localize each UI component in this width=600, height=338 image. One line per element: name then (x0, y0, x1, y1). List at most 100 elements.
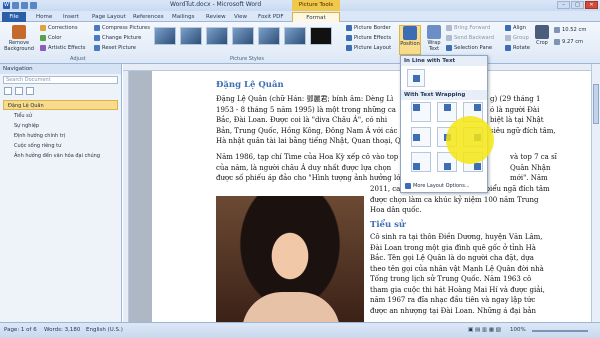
tab-view[interactable]: View (234, 12, 247, 22)
pages-view-icon[interactable] (15, 87, 23, 95)
group-button[interactable]: Group (505, 35, 529, 41)
align-button[interactable]: Align (505, 25, 526, 31)
paragraph-2-right-line: Quân Nhận (510, 163, 551, 172)
zoom-level[interactable]: 100% (510, 327, 526, 333)
tab-file[interactable]: File (2, 12, 26, 22)
nav-item-dinh-huong[interactable]: Định hướng chính trị (3, 130, 118, 140)
picture-style-5[interactable] (258, 27, 280, 45)
navigation-title: Navigation (0, 64, 121, 74)
vertical-scrollbar[interactable] (591, 64, 600, 322)
send-backward-icon (446, 35, 452, 41)
save-icon[interactable] (12, 2, 19, 9)
tab-references[interactable]: References (133, 12, 164, 22)
width-field[interactable]: 9.27 cm (554, 39, 583, 45)
picture-style-4[interactable] (232, 27, 254, 45)
inline-position-option[interactable] (407, 69, 425, 87)
paragraph-2-line: của năm, là người châu Á duy nhất được l… (216, 163, 392, 172)
scrollbar-thumb[interactable] (593, 84, 599, 124)
paragraph-1-right-line: siêu ngữ đích tâm, (490, 126, 556, 135)
paragraph-1-right-line: biệt là tại Nhật (490, 116, 544, 124)
view-buttons[interactable]: ▣ ▤ ▥ ▦ ▧ (468, 327, 501, 333)
paragraph-2-right: và top 7 ca sĩ Quân Nhận mới". Năm (510, 152, 557, 184)
rotate-icon (505, 45, 511, 51)
tab-home[interactable]: Home (36, 12, 52, 22)
redo-icon[interactable] (30, 2, 37, 9)
ribbon-tabs: File Home Insert Page Layout References … (0, 11, 600, 22)
picture-layout-button[interactable]: Picture Layout (346, 45, 391, 51)
headings-view-icon[interactable] (4, 87, 12, 95)
height-field[interactable]: 10.52 cm (554, 27, 586, 33)
tab-format[interactable]: Format (292, 12, 340, 22)
tab-mailings[interactable]: Mailings (172, 12, 195, 22)
remove-background-icon (12, 25, 26, 39)
group-label-picture-styles: Picture Styles (230, 56, 264, 62)
paragraph-4-line: Tống trong lịch sử Trung Quốc. Năm 1963 … (370, 275, 532, 283)
tab-insert[interactable]: Insert (63, 12, 79, 22)
reset-picture-button[interactable]: Reset Picture (94, 45, 136, 51)
paragraph-4: Cô sinh ra tại thôn Điền Dương, huyện Vă… (370, 232, 545, 316)
portrait-photo[interactable] (216, 196, 364, 322)
maximize-button[interactable]: □ (571, 1, 584, 9)
picture-style-7[interactable] (310, 27, 332, 45)
position-middle-left[interactable] (411, 127, 431, 147)
minimize-button[interactable]: – (557, 1, 570, 9)
inline-position-icon (413, 75, 420, 82)
horizontal-ruler[interactable] (123, 64, 600, 71)
picture-style-1[interactable] (154, 27, 176, 45)
picture-style-6[interactable] (284, 27, 306, 45)
close-button[interactable]: ✕ (585, 1, 598, 9)
window-title: WordTut.docx - Microsoft Word (170, 1, 262, 8)
paragraph-1-line: Bắc, Đài Loan. Được coi là "diva Châu Á"… (216, 116, 388, 124)
wrap-text-button[interactable]: Wrap Text (424, 25, 444, 52)
send-backward-button[interactable]: Send Backward (446, 35, 494, 41)
more-layout-options[interactable]: More Layout Options... (405, 183, 470, 189)
picture-effects-button[interactable]: Picture Effects (346, 35, 391, 41)
compress-pictures-button[interactable]: Compress Pictures (94, 25, 150, 31)
word-icon: W (3, 2, 10, 9)
picture-style-2[interactable] (180, 27, 202, 45)
nav-item-tieu-su[interactable]: Tiểu sử (3, 110, 118, 120)
status-bar: Page: 1 of 6 Words: 3,180 English (U.S.)… (0, 322, 600, 338)
nav-item-cuoc-song[interactable]: Cuộc sống riêng tư (3, 140, 118, 150)
word-count[interactable]: Words: 3,180 (44, 327, 80, 333)
paragraph-4-line: Bắc. Tên gọi Lệ Quân là do người cha đặt… (370, 254, 534, 262)
document-heading: Đặng Lệ Quân (216, 80, 284, 90)
navigation-pane: Navigation Search Document Đặng Lệ Quân … (0, 64, 122, 322)
position-top-left[interactable] (411, 102, 431, 122)
tab-page-layout[interactable]: Page Layout (92, 12, 126, 22)
paragraph-4-line: theo tên gọi của nhân vật Mạnh Lệ Quân đ… (370, 264, 544, 273)
undo-icon[interactable] (21, 2, 28, 9)
picture-border-button[interactable]: Picture Border (346, 25, 391, 31)
crop-button[interactable]: Crop (534, 25, 550, 46)
page-count[interactable]: Page: 1 of 6 (4, 327, 37, 333)
search-document-input[interactable]: Search Document (3, 76, 118, 84)
position-button[interactable]: Position (399, 25, 421, 55)
window-controls: – □ ✕ (557, 1, 598, 9)
language-indicator[interactable]: English (U.S.) (86, 327, 123, 333)
results-view-icon[interactable] (26, 87, 34, 95)
nav-item-anh-huong[interactable]: Ảnh hưởng đến văn hóa đại chúng (3, 150, 118, 160)
tab-foxit-pdf[interactable]: Foxit PDF (258, 12, 284, 22)
remove-background-button[interactable]: Remove Background (4, 25, 34, 52)
rotate-button[interactable]: Rotate (505, 45, 530, 51)
picture-style-3[interactable] (206, 27, 228, 45)
corrections-button[interactable]: Corrections (40, 25, 78, 31)
paragraph-1-line: Hà nhật quân tài lai bằng tiếng Nhật, Qu… (216, 137, 414, 145)
compress-icon (94, 25, 100, 31)
selection-pane-button[interactable]: Selection Pane (446, 45, 492, 51)
nav-item-dang-le-quan[interactable]: Đặng Lệ Quân (3, 100, 118, 110)
paragraph-4-line: năm 1967 ra đĩa nhạc đầu tiên và ngay lậ… (370, 296, 536, 304)
position-bottom-left[interactable] (411, 152, 431, 172)
paragraph-3-line: được chọn làm ca khúc kỷ niệm 100 năm Tr… (370, 195, 539, 204)
bring-forward-button[interactable]: Bring Forward (446, 25, 490, 31)
picture-effects-icon (346, 35, 352, 41)
color-icon (40, 35, 46, 41)
color-button[interactable]: Color (40, 35, 62, 41)
zoom-slider[interactable] (532, 330, 588, 332)
nav-item-su-nghiep[interactable]: Sự nghiệp (3, 120, 118, 130)
paragraph-1-right: g) (29 tháng 1 ó là người Đài biệt là tạ… (490, 94, 556, 136)
tab-review[interactable]: Review (206, 12, 226, 22)
change-picture-button[interactable]: Change Picture (94, 35, 141, 41)
position-top-center[interactable] (437, 102, 457, 122)
artistic-effects-button[interactable]: Artistic Effects (40, 45, 85, 51)
